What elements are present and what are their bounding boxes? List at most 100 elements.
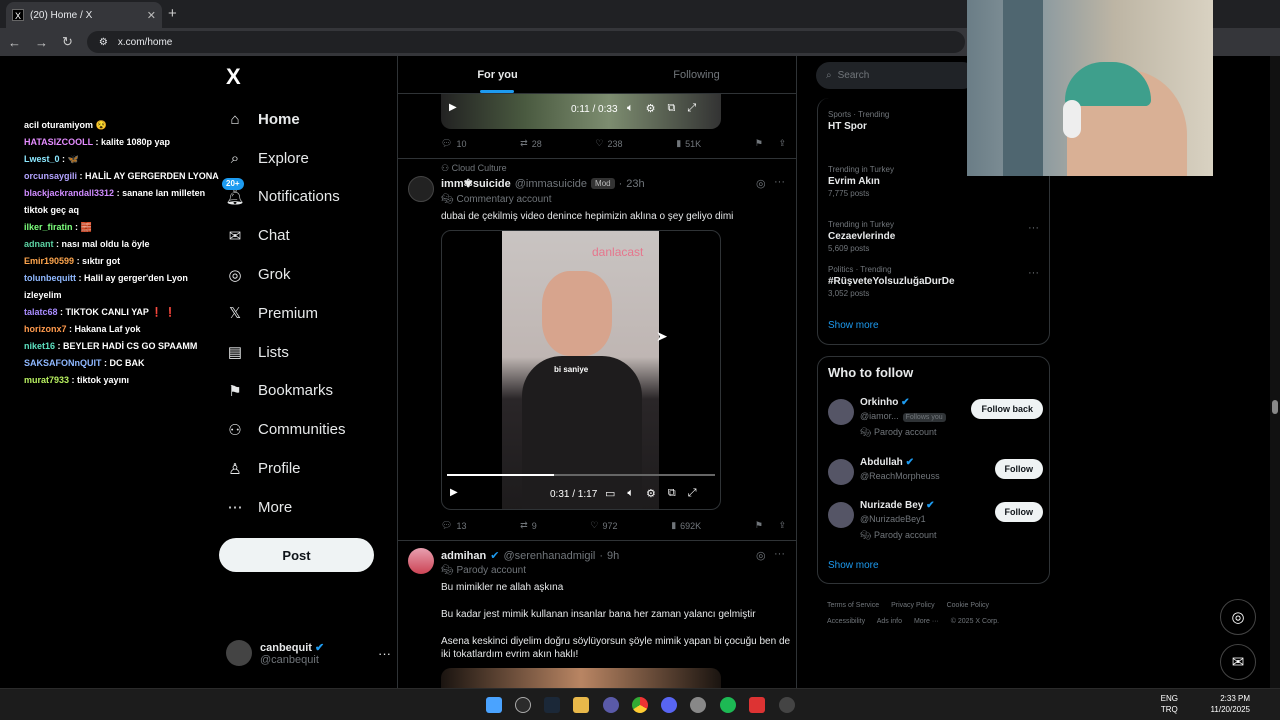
nav-item-premium[interactable]: 𝕏 Premium	[226, 294, 396, 333]
back-icon[interactable]: ←	[8, 35, 21, 50]
views-button[interactable]: ▮ 51K	[676, 138, 701, 149]
volume-icon[interactable]: 🔈︎	[627, 102, 634, 115]
like-button[interactable]: ♡ 238	[595, 138, 622, 149]
author-name[interactable]: admihan	[441, 550, 486, 562]
grok-icon[interactable]: ◎	[756, 177, 766, 190]
browser-tab[interactable]: X (20) Home / X ✕	[6, 2, 162, 28]
views-button[interactable]: ▮ 692K	[671, 520, 701, 531]
accessibility-link[interactable]: Accessibility	[827, 618, 865, 625]
steam-icon[interactable]	[544, 697, 560, 713]
nav-item-explore[interactable]: ⌕ Explore	[226, 139, 396, 178]
settings-icon[interactable]: ⚙	[646, 102, 656, 115]
pip-icon[interactable]: ⧉	[667, 102, 675, 115]
prev-video[interactable]: ▶ 0:11 / 0:33 🔈︎ ⚙ ⧉ ⤢	[441, 94, 721, 129]
grok-fab-icon[interactable]: ◎	[1220, 599, 1256, 635]
play-icon[interactable]: ▶	[449, 102, 457, 113]
avatar[interactable]	[408, 176, 434, 202]
nav-item-profile[interactable]: ♙ Profile	[226, 449, 396, 488]
system-clock[interactable]: 2:33 PM 11/20/2025	[1211, 693, 1250, 715]
site-info-icon[interactable]: ⚙	[99, 37, 108, 48]
bookmark-icon[interactable]: ⚑	[755, 138, 763, 149]
more-options-icon[interactable]: ···	[774, 176, 785, 188]
more-options-icon[interactable]: ···	[774, 548, 785, 560]
tweet-video[interactable]: danlacast bi saniye ▶ 0:31 / 1:17 ▭ 🔈︎ ⚙ ⧉ ⤢	[441, 230, 721, 510]
avatar[interactable]	[828, 399, 854, 425]
spotify-icon[interactable]	[720, 697, 736, 713]
terms-link[interactable]: Terms of Service	[827, 602, 879, 609]
tab-for-you[interactable]: For you	[398, 56, 597, 93]
nav-item-home[interactable]: ⌂ Home	[226, 100, 396, 139]
nav-item-lists[interactable]: ▤ Lists	[226, 333, 396, 372]
search-taskbar-icon[interactable]	[515, 697, 531, 713]
scrollbar-thumb[interactable]	[1272, 400, 1278, 414]
address-bar[interactable]: ⚙ x.com/home	[86, 31, 965, 53]
more-options-icon[interactable]: ···	[378, 646, 391, 661]
forward-icon[interactable]: →	[35, 35, 48, 50]
author-handle[interactable]: @immasuicide	[515, 178, 587, 190]
search-input[interactable]: Search	[838, 70, 870, 81]
follow-button[interactable]: Follow back	[971, 399, 1043, 419]
tweet-time[interactable]: 9h	[607, 550, 619, 562]
nav-item-grok[interactable]: ◎ Grok	[226, 255, 396, 294]
privacy-link[interactable]: Privacy Policy	[891, 602, 935, 609]
ads-link[interactable]: Ads info	[877, 618, 902, 625]
community-label[interactable]: ⚇ Cloud Culture	[441, 163, 507, 174]
suggestion-name[interactable]: Abdullah ✔	[860, 457, 914, 468]
trend-item[interactable]: Trending in Turkey Cezaevlerinde 5,609 pos…	[828, 220, 1038, 253]
nav-item-communities[interactable]: ⚇ Communities	[226, 410, 396, 449]
author-name[interactable]: imm✾suicide	[441, 177, 511, 190]
settings-taskbar-icon[interactable]	[690, 697, 706, 713]
repost-button[interactable]: ⇄ 28	[520, 138, 542, 149]
app-icon[interactable]	[779, 697, 795, 713]
search-bar[interactable]: ⌕ Search	[816, 62, 976, 89]
fullscreen-icon[interactable]: ⤢	[687, 102, 696, 115]
fullscreen-icon[interactable]: ⤢	[688, 487, 697, 500]
reload-icon[interactable]: ↻	[62, 34, 73, 50]
nav-item-notifications[interactable]: 🔔︎ 20+ Notifications	[222, 177, 396, 217]
discord-icon[interactable]	[661, 697, 677, 713]
avatar[interactable]	[828, 502, 854, 528]
like-button[interactable]: ♡ 972	[590, 520, 617, 531]
avatar[interactable]	[408, 548, 434, 574]
follow-suggestion[interactable]: Nurizade Bey ✔ @NurizadeBey1 🎭︎ Parody acc…	[828, 500, 1043, 544]
more-options-icon[interactable]: ···	[1028, 267, 1039, 279]
nav-item-more[interactable]: ⋯ More	[226, 488, 396, 527]
avatar[interactable]	[828, 459, 854, 485]
suggestion-name[interactable]: Orkinho ✔	[860, 397, 910, 408]
tab-following[interactable]: Following	[597, 56, 796, 93]
trend-item[interactable]: Politics · Trending #RüşveteYolsuzluğaDur…	[828, 265, 1038, 298]
progress-track[interactable]	[447, 474, 715, 476]
post-button[interactable]: Post	[219, 538, 374, 572]
play-icon[interactable]: ▶	[450, 487, 458, 498]
share-icon[interactable]: ⇪	[778, 520, 786, 531]
settings-icon[interactable]: ⚙	[646, 487, 656, 500]
app-icon[interactable]	[603, 697, 619, 713]
author-handle[interactable]: @serenhanadmigil	[503, 550, 595, 562]
more-options-icon[interactable]: ···	[1028, 222, 1039, 234]
share-icon[interactable]: ⇪	[778, 138, 786, 149]
follow-button[interactable]: Follow	[994, 459, 1043, 479]
app-icon[interactable]	[749, 697, 765, 713]
nav-item-chat[interactable]: ✉ Chat	[226, 216, 396, 255]
tweet-media[interactable]	[441, 668, 721, 688]
language-indicator[interactable]: ENG TRQ	[1161, 693, 1178, 715]
reply-button[interactable]: 💬︎ 13	[441, 520, 466, 531]
show-more-link[interactable]: Show more	[828, 320, 879, 331]
tweet-time[interactable]: 23h	[626, 178, 644, 190]
suggestion-name[interactable]: Nurizade Bey ✔	[860, 500, 935, 511]
windows-start-icon[interactable]	[486, 697, 502, 713]
chrome-icon[interactable]	[632, 697, 648, 713]
page-scrollbar[interactable]	[1270, 56, 1280, 688]
volume-icon[interactable]: 🔈︎	[627, 487, 634, 500]
captions-icon[interactable]: ▭	[605, 487, 615, 500]
account-switcher[interactable]: canbequit ✔ @canbequit ···	[226, 640, 391, 666]
file-explorer-icon[interactable]	[573, 697, 589, 713]
follow-suggestion[interactable]: Orkinho ✔ @iamor... Follows you 🎭︎ Parody a…	[828, 397, 1043, 441]
more-link[interactable]: More ···	[914, 618, 939, 625]
follow-button[interactable]: Follow	[994, 502, 1043, 522]
repost-button[interactable]: ⇄ 9	[520, 520, 537, 531]
x-logo-icon[interactable]: X	[226, 64, 241, 90]
nav-item-bookmarks[interactable]: ⚑ Bookmarks	[226, 372, 396, 411]
pip-icon[interactable]: ⧉	[668, 487, 676, 500]
grok-icon[interactable]: ◎	[756, 549, 766, 562]
